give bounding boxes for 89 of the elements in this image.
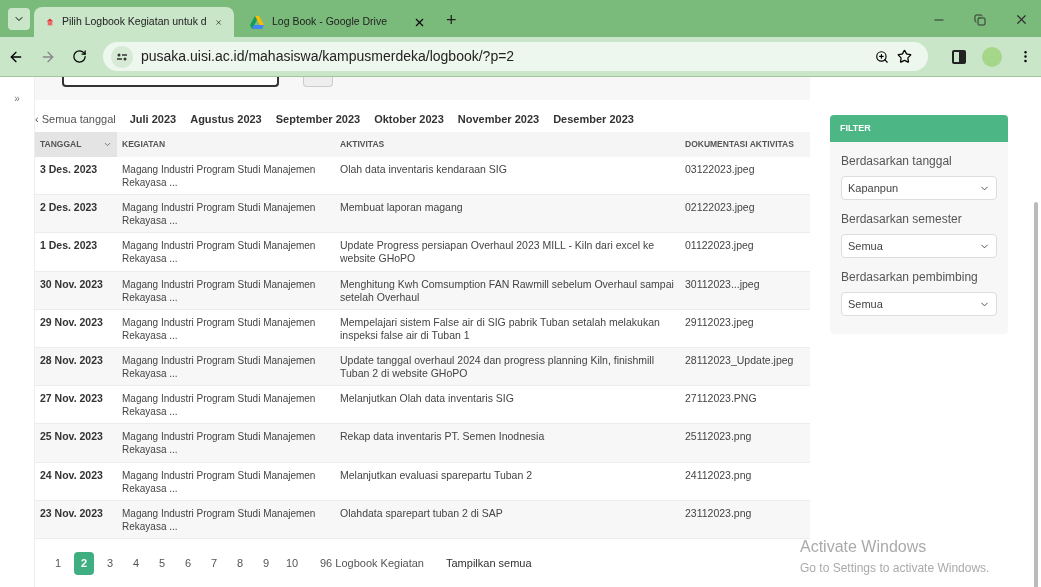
show-all-link[interactable]: Tampilkan semua xyxy=(446,554,532,572)
month-link[interactable]: ‹ Semua tanggal xyxy=(35,110,116,128)
column-header[interactable]: AKTIVITAS xyxy=(335,131,680,157)
page-link[interactable]: 6 xyxy=(178,551,198,575)
page-link[interactable]: 7 xyxy=(204,551,224,575)
activity-name-cell-text: Magang Industri Program Studi Manajemen Rekayasa ... xyxy=(121,239,317,267)
drive-icon xyxy=(250,15,264,29)
activation-text: Go to Settings to activate Windows. xyxy=(800,560,990,577)
tab-title: Log Book - Google Drive xyxy=(272,14,388,30)
date-cell-text: 24 Nov. 2023 xyxy=(39,468,104,483)
file-link[interactable]: 27112023.PNG xyxy=(680,392,810,424)
month-link[interactable]: Oktober 2023 xyxy=(374,110,444,128)
date-cell-text: 3 Des. 2023 xyxy=(39,162,99,177)
page-link[interactable]: 3 xyxy=(100,551,120,575)
activity-cell-text: Olahdata sparepart tuban 2 di SAP xyxy=(339,506,504,521)
page-link[interactable]: 9 xyxy=(256,551,276,575)
site-settings-icon[interactable] xyxy=(111,45,133,68)
filter-label: Berdasarkan pembimbing xyxy=(841,269,979,286)
date-cell-text: 30 Nov. 2023 xyxy=(39,277,104,292)
filter-header: FILTER xyxy=(830,115,1008,142)
activity-cell-text: Melanjutkan evaluasi sparepartu Tuban 2 xyxy=(339,468,534,483)
url-text: pusaka.uisi.ac.id/mahasiswa/kampusmerdeka/logbook/?p=2 xyxy=(141,47,516,66)
tab-title: Pilih Logbook Kegiatan untuk d xyxy=(61,14,207,30)
month-link[interactable]: November 2023 xyxy=(457,110,540,128)
date-cell-text: 25 Nov. 2023 xyxy=(39,430,104,445)
date-cell-text: 23 Nov. 2023 xyxy=(39,506,104,521)
file-link[interactable]: 25112023.png xyxy=(680,430,810,462)
date-cell-text: 28 Nov. 2023 xyxy=(39,354,104,368)
activity-cell-text: Olah data inventaris kendaraan SIG xyxy=(339,162,508,177)
activity-cell-text: Update Progress persiapan Overhaul 2023 MILL - Kiln dari excel ke website GHoPO xyxy=(339,239,656,267)
activity-cell-text: Menghitung Kwh Comsumption FAN Rawmill sebelum Overhaul sampai setelah Overhaul xyxy=(339,277,675,305)
activity-cell-text: Mempelajari sistem False air di SIG pabrik Tuban setalah melakukan inspeksi false air di Tuban 1 xyxy=(339,315,661,343)
column-header[interactable]: DOKUMENTASI AKTIVITAS xyxy=(680,131,810,157)
sidebar-toggle[interactable]: » xyxy=(14,91,20,106)
file-link[interactable]: 29112023.jpeg xyxy=(680,315,810,347)
date-cell-text: 2 Des. 2023 xyxy=(39,201,99,216)
activation-title: Activate Windows xyxy=(800,537,928,557)
activity-name-cell-text: Magang Industri Program Studi Manajemen Rekayasa ... xyxy=(121,430,317,458)
new-tab-button[interactable]: + xyxy=(446,11,457,29)
activity-name-cell-text: Magang Industri Program Studi Manajemen Rekayasa ... xyxy=(121,277,317,305)
date-cell-text: 27 Nov. 2023 xyxy=(39,392,104,407)
address-bar[interactable]: pusaka.uisi.ac.id/mahasiswa/kampusmerdeka/logbook/?p=2 xyxy=(103,42,928,71)
activity-name-cell-text: Magang Industri Program Studi Manajemen Rekayasa ... xyxy=(121,315,317,343)
close-icon[interactable] xyxy=(1014,12,1029,27)
month-link[interactable]: Agustus 2023 xyxy=(190,110,262,128)
file-link[interactable]: 23112023.png xyxy=(680,506,810,539)
month-link[interactable]: Desember 2023 xyxy=(553,110,634,128)
browser-tab[interactable]: Pilih Logbook Kegiatan untuk d xyxy=(34,7,234,37)
activity-name-cell-text: Magang Industri Program Studi Manajemen Rekayasa ... xyxy=(121,506,317,534)
activity-name-cell-text: Magang Industri Program Studi Manajemen Rekayasa ... xyxy=(121,392,317,420)
filter-select[interactable]: Semua xyxy=(841,292,997,316)
activity-cell-text: Membuat laporan magang xyxy=(339,201,464,216)
activity-name-cell-text: Magang Industri Program Studi Manajemen Rekayasa ... xyxy=(121,468,317,496)
month-link[interactable]: September 2023 xyxy=(275,110,361,128)
page-link[interactable]: 8 xyxy=(230,551,250,575)
search-field[interactable] xyxy=(62,77,279,87)
filter-select[interactable]: Semua xyxy=(841,234,997,258)
activity-cell-text: Melanjutkan Olah data inventaris SIG xyxy=(339,392,515,407)
column-header[interactable]: KEGIATAN xyxy=(117,131,335,157)
month-link[interactable]: Juli 2023 xyxy=(129,110,177,128)
filter-label: Berdasarkan semester xyxy=(841,211,963,228)
file-link[interactable]: 30112023...jpeg xyxy=(680,277,810,309)
activity-name-cell-text: Magang Industri Program Studi Manajemen Rekayasa ... xyxy=(121,354,317,381)
file-link[interactable]: 03122023.jpeg xyxy=(680,162,810,195)
zoom-icon[interactable] xyxy=(875,49,889,64)
filter-select[interactable]: Kapanpun xyxy=(841,176,997,200)
activity-cell-text: Rekap data inventaris PT. Semen Inodnesia xyxy=(339,430,546,445)
activity-cell-text: Update tanggal overhaul 2024 dan progress planning Kiln, finishmill Tuban 2 di website GHoPO xyxy=(339,354,656,381)
restore-icon[interactable] xyxy=(974,13,986,26)
date-cell-text: 29 Nov. 2023 xyxy=(39,315,104,330)
tab-list-button[interactable] xyxy=(8,8,30,30)
page-link[interactable]: 4 xyxy=(126,551,146,575)
file-link[interactable]: 02122023.jpeg xyxy=(680,201,810,233)
browser-tab[interactable]: Log Book - Google Drive xyxy=(238,7,438,37)
page-link[interactable]: 1 xyxy=(48,551,68,575)
logbook-count: 96 Logbook Kegiatan xyxy=(320,555,424,571)
activity-name-cell-text: Magang Industri Program Studi Manajemen Rekayasa ... xyxy=(121,162,317,190)
side-panel-icon[interactable] xyxy=(952,49,966,64)
page-link[interactable]: 10 xyxy=(282,551,302,575)
activity-name-cell-text: Magang Industri Program Studi Manajemen Rekayasa ... xyxy=(121,201,317,229)
column-header[interactable]: TANGGAL xyxy=(35,131,117,157)
bookmark-star-icon[interactable] xyxy=(897,49,912,64)
date-cell-text: 1 Des. 2023 xyxy=(39,239,99,254)
file-link[interactable]: 24112023.png xyxy=(680,468,810,500)
page-link[interactable]: 5 xyxy=(152,551,172,575)
file-link[interactable]: 01122023.jpeg xyxy=(680,239,810,271)
filter-label: Berdasarkan tanggal xyxy=(841,153,953,170)
reload-icon[interactable] xyxy=(72,49,87,64)
file-link[interactable]: 28112023_Update.jpeg xyxy=(680,354,810,386)
